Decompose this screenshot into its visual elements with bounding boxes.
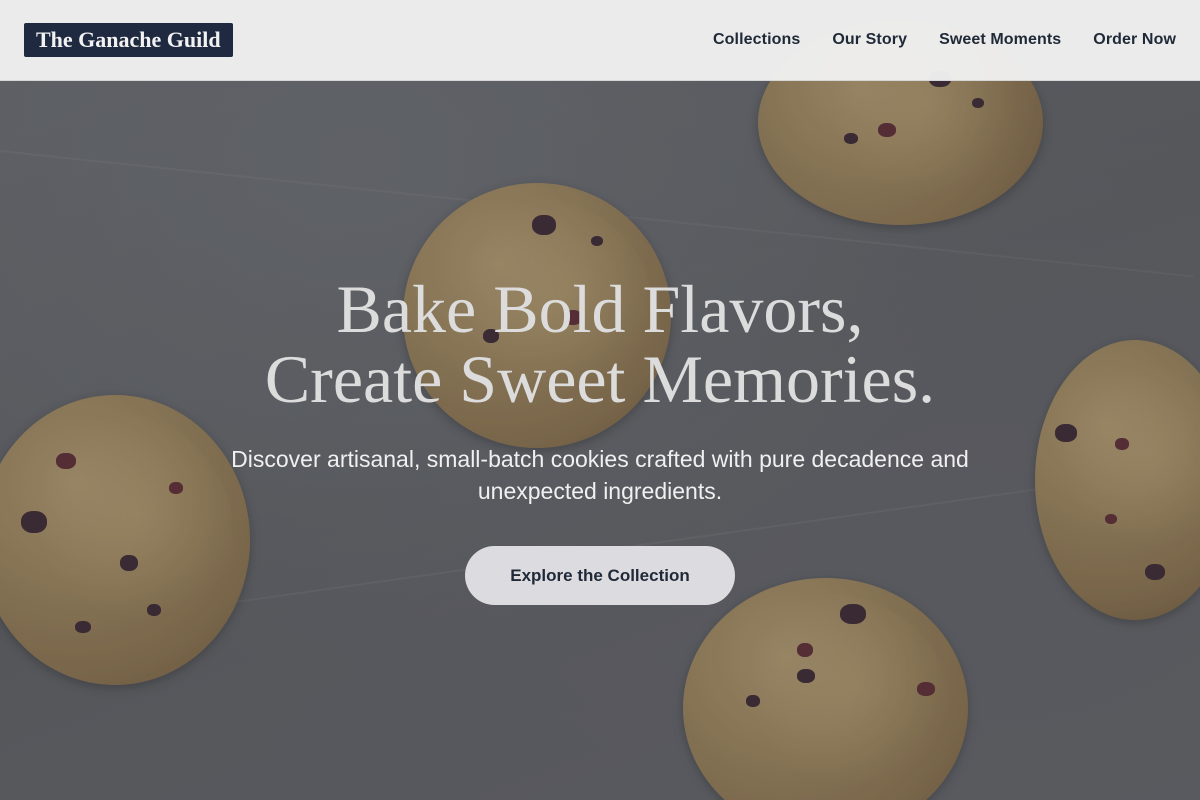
hero-headline-line1: Bake Bold Flavors,: [336, 271, 864, 347]
nav-item-order-now[interactable]: Order Now: [1093, 31, 1176, 49]
brand-logo[interactable]: The Ganache Guild: [24, 23, 233, 57]
explore-collection-button[interactable]: Explore the Collection: [465, 546, 735, 605]
nav-item-our-story[interactable]: Our Story: [832, 31, 907, 49]
site-header: The Ganache Guild Collections Our Story …: [0, 0, 1200, 81]
hero-headline: Bake Bold Flavors, Create Sweet Memories…: [0, 274, 1200, 414]
nav-item-sweet-moments[interactable]: Sweet Moments: [939, 31, 1061, 49]
hero-headline-line2: Create Sweet Memories.: [264, 341, 936, 417]
main-nav: Collections Our Story Sweet Moments Orde…: [713, 0, 1176, 80]
hero-subtext: Discover artisanal, small-batch cookies …: [231, 446, 969, 504]
nav-item-collections[interactable]: Collections: [713, 31, 800, 49]
